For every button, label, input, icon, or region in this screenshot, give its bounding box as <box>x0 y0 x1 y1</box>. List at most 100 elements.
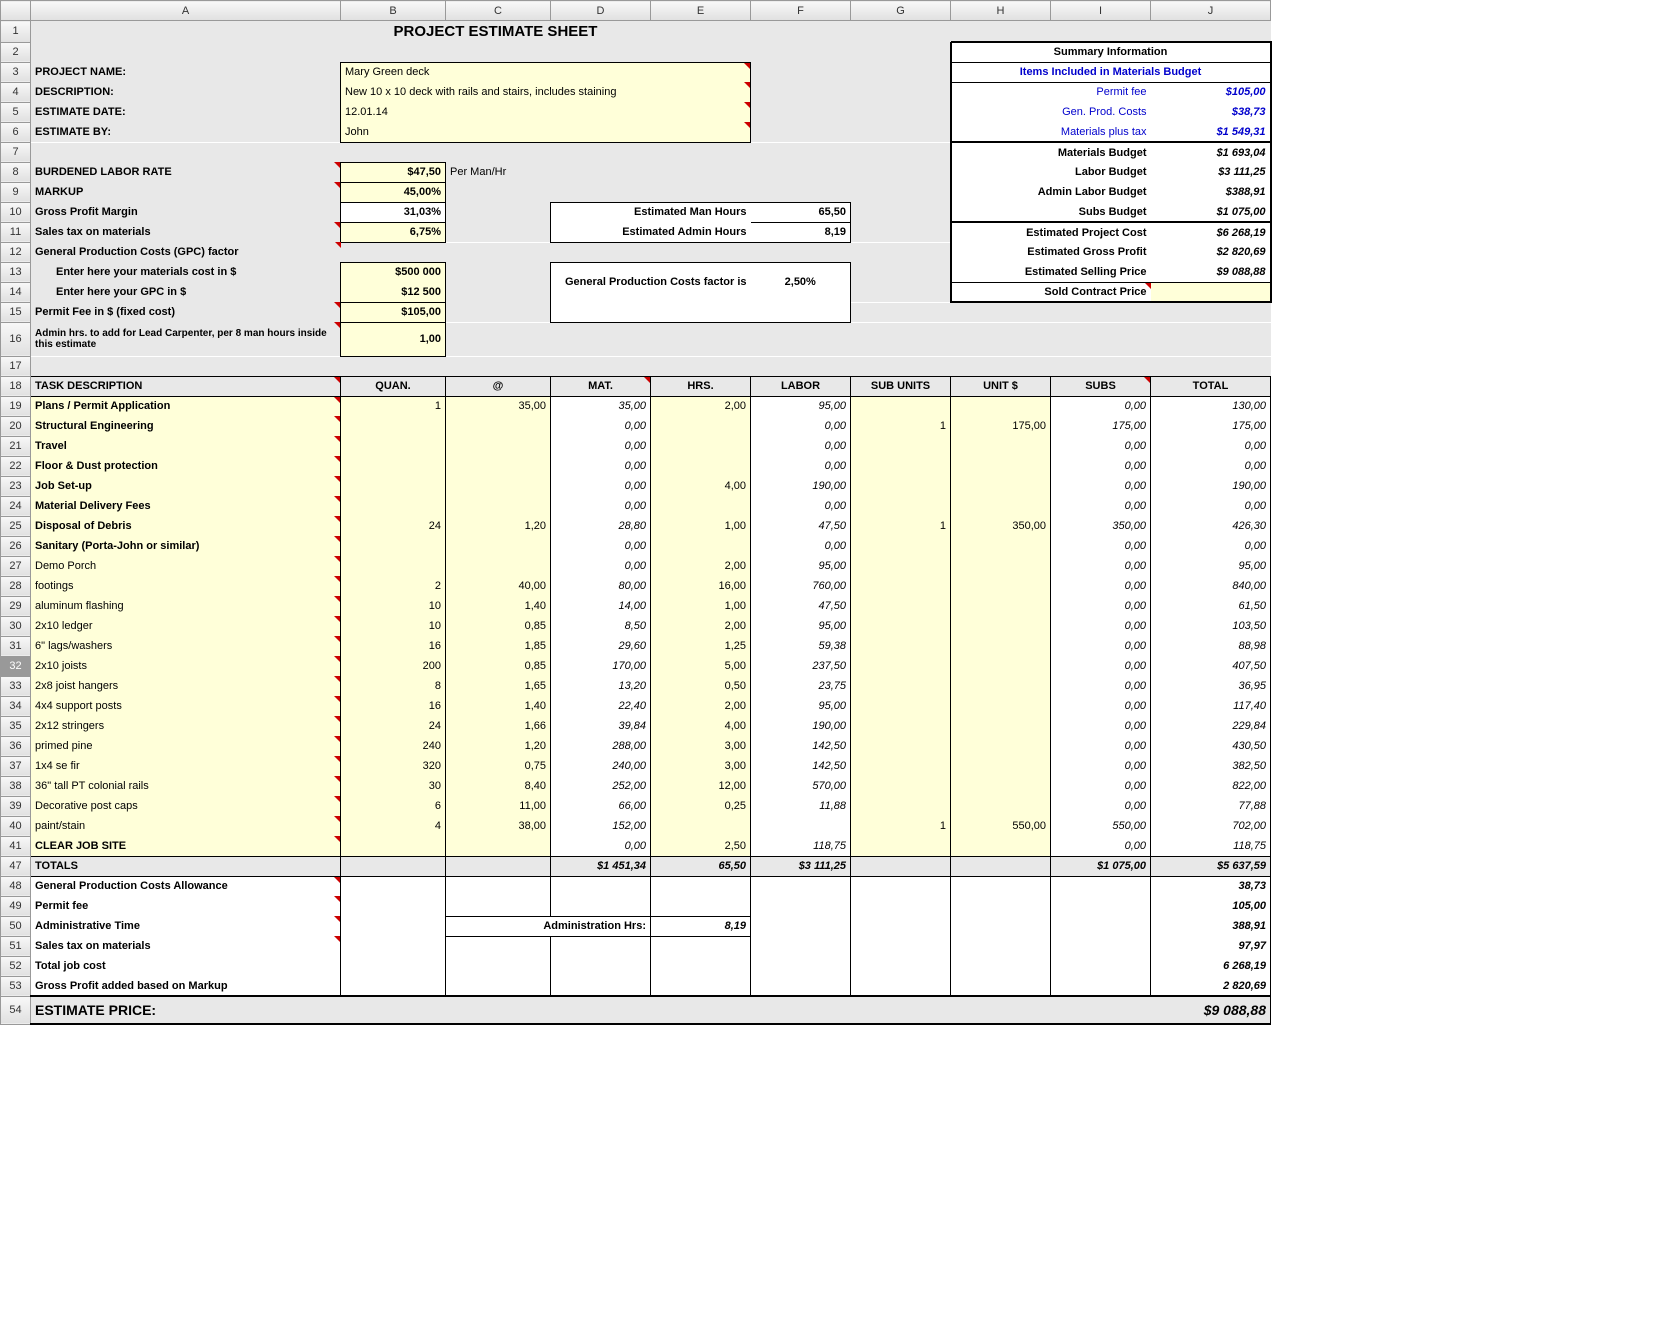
cell[interactable] <box>446 876 551 896</box>
task-subunits[interactable] <box>851 676 951 696</box>
cell[interactable] <box>651 936 751 956</box>
row-header-51[interactable]: 51 <box>1 936 31 956</box>
row-header-29[interactable]: 29 <box>1 596 31 616</box>
permit-fee-value[interactable]: $105,00 <box>341 302 446 322</box>
row-header-17[interactable]: 17 <box>1 356 31 376</box>
task-quan[interactable]: 200 <box>341 656 446 676</box>
cell[interactable] <box>851 876 951 896</box>
task-description[interactable]: 2x10 ledger <box>31 616 341 636</box>
cell[interactable] <box>551 976 651 996</box>
task-unitprice[interactable] <box>951 756 1051 776</box>
cell[interactable] <box>551 956 651 976</box>
task-at[interactable]: 1,20 <box>446 516 551 536</box>
task-at[interactable]: 40,00 <box>446 576 551 596</box>
task-unitprice[interactable] <box>951 736 1051 756</box>
task-subunits[interactable] <box>851 576 951 596</box>
cell[interactable] <box>851 202 951 222</box>
task-subunits[interactable] <box>851 456 951 476</box>
task-hrs[interactable]: 0,50 <box>651 676 751 696</box>
task-unitprice[interactable]: 350,00 <box>951 516 1051 536</box>
row-header-49[interactable]: 49 <box>1 896 31 916</box>
task-quan[interactable] <box>341 436 446 456</box>
task-unitprice[interactable] <box>951 576 1051 596</box>
row-header-10[interactable]: 10 <box>1 202 31 222</box>
row-header-36[interactable]: 36 <box>1 736 31 756</box>
task-quan[interactable]: 16 <box>341 636 446 656</box>
task-description[interactable]: primed pine <box>31 736 341 756</box>
task-unitprice[interactable] <box>951 796 1051 816</box>
task-at[interactable] <box>446 836 551 856</box>
cell[interactable] <box>341 856 446 876</box>
markup-value[interactable]: 45,00% <box>341 182 446 202</box>
gpc-cost-value[interactable]: $12 500 <box>341 282 446 302</box>
task-subunits[interactable] <box>851 496 951 516</box>
task-description[interactable]: Travel <box>31 436 341 456</box>
task-hrs[interactable] <box>651 456 751 476</box>
row-header-25[interactable]: 25 <box>1 516 31 536</box>
row-header-33[interactable]: 33 <box>1 676 31 696</box>
task-subunits[interactable] <box>851 476 951 496</box>
task-quan[interactable]: 2 <box>341 576 446 596</box>
cell[interactable] <box>951 876 1051 896</box>
task-description[interactable]: Disposal of Debris <box>31 516 341 536</box>
cell[interactable] <box>651 896 751 916</box>
cell[interactable] <box>851 222 951 242</box>
admin-hrs-add-value[interactable]: 1,00 <box>341 322 446 356</box>
col-header-B[interactable]: B <box>341 1 446 21</box>
col-header-I[interactable]: I <box>1051 1 1151 21</box>
task-at[interactable]: 35,00 <box>446 396 551 416</box>
cell[interactable] <box>951 916 1051 936</box>
task-at[interactable]: 38,00 <box>446 816 551 836</box>
cell[interactable] <box>1051 936 1151 956</box>
task-description[interactable]: Structural Engineering <box>31 416 341 436</box>
cell[interactable] <box>851 976 951 996</box>
task-subunits[interactable] <box>851 596 951 616</box>
cell[interactable] <box>446 222 551 242</box>
row-header-53[interactable]: 53 <box>1 976 31 996</box>
cell[interactable] <box>751 62 851 82</box>
estimate-by-value[interactable]: John <box>341 122 751 142</box>
cell[interactable] <box>446 302 551 322</box>
row-header-40[interactable]: 40 <box>1 816 31 836</box>
task-subunits[interactable] <box>851 696 951 716</box>
row-header-3[interactable]: 3 <box>1 62 31 82</box>
estimate-date-value[interactable]: 12.01.14 <box>341 102 751 122</box>
task-unitprice[interactable] <box>951 696 1051 716</box>
cell[interactable] <box>31 356 1271 376</box>
task-quan[interactable]: 24 <box>341 716 446 736</box>
task-unitprice[interactable] <box>951 636 1051 656</box>
col-header-C[interactable]: C <box>446 1 551 21</box>
cell[interactable] <box>446 322 1271 356</box>
task-hrs[interactable] <box>651 436 751 456</box>
cell[interactable] <box>446 976 551 996</box>
cell[interactable] <box>851 262 951 282</box>
row-header-15[interactable]: 15 <box>1 302 31 322</box>
task-hrs[interactable]: 4,00 <box>651 716 751 736</box>
cell[interactable] <box>341 956 446 976</box>
row-header-47[interactable]: 47 <box>1 856 31 876</box>
cell[interactable] <box>31 21 341 43</box>
task-quan[interactable]: 1 <box>341 396 446 416</box>
row-header-39[interactable]: 39 <box>1 796 31 816</box>
row-header-54[interactable]: 54 <box>1 996 31 1024</box>
row-header-23[interactable]: 23 <box>1 476 31 496</box>
cell[interactable] <box>31 142 951 162</box>
cell[interactable] <box>551 162 951 182</box>
task-subunits[interactable] <box>851 776 951 796</box>
task-subunits[interactable] <box>851 836 951 856</box>
cell[interactable] <box>1051 916 1151 936</box>
task-quan[interactable]: 16 <box>341 696 446 716</box>
cell[interactable] <box>446 956 551 976</box>
col-header-E[interactable]: E <box>651 1 751 21</box>
task-description[interactable]: Floor & Dust protection <box>31 456 341 476</box>
row-header-50[interactable]: 50 <box>1 916 31 936</box>
row-header-35[interactable]: 35 <box>1 716 31 736</box>
task-hrs[interactable]: 5,00 <box>651 656 751 676</box>
row-header-52[interactable]: 52 <box>1 956 31 976</box>
task-description[interactable]: Plans / Permit Application <box>31 396 341 416</box>
task-subunits[interactable] <box>851 536 951 556</box>
task-unitprice[interactable] <box>951 436 1051 456</box>
task-unitprice[interactable]: 175,00 <box>951 416 1051 436</box>
cell[interactable] <box>1151 21 1271 43</box>
task-hrs[interactable]: 3,00 <box>651 736 751 756</box>
